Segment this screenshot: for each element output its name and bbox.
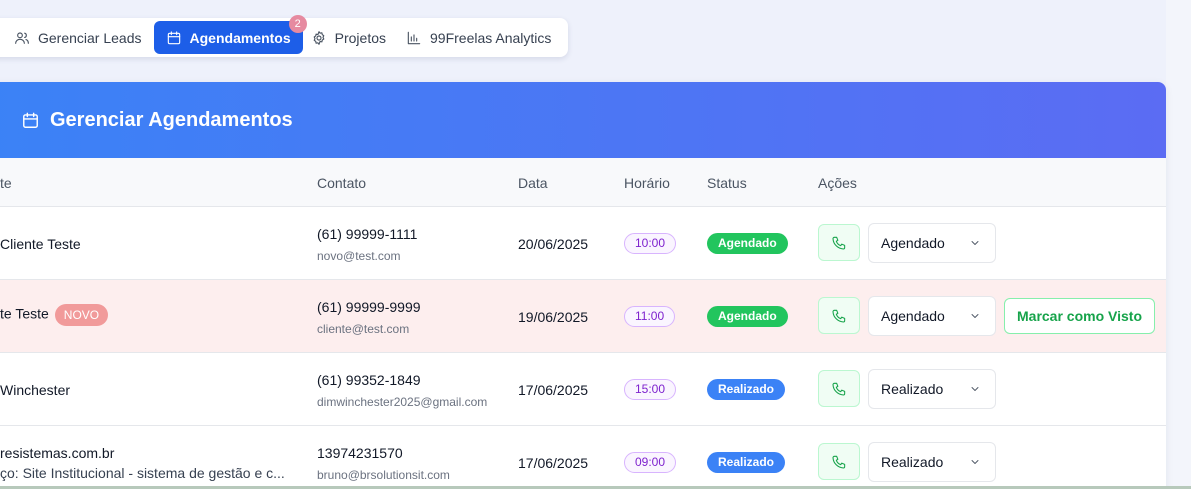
chevron-down-icon	[971, 314, 979, 318]
appointment-date: 19/06/2025	[518, 309, 589, 325]
contact-email: dimwinchester2025@gmail.com	[317, 395, 488, 409]
table-row: Winchester (61) 99352-1849 dimwinchester…	[0, 353, 1166, 426]
status-badge: Agendado	[707, 306, 788, 327]
appointment-date: 17/06/2025	[518, 455, 589, 471]
tab-99freelas-analytics[interactable]: 99Freelas Analytics	[398, 21, 563, 54]
tab-label: Projetos	[334, 29, 386, 46]
status-select[interactable]: Agendado	[868, 223, 996, 263]
calendar-icon	[23, 112, 38, 128]
right-panel-edge	[1166, 0, 1191, 489]
call-button[interactable]	[818, 224, 860, 261]
time-pill: 10:00	[624, 233, 677, 254]
tab-label: 99Freelas Analytics	[430, 29, 552, 46]
table-row: Cliente Teste (61) 99999-1111 novo@test.…	[0, 207, 1166, 280]
tab-projetos[interactable]: Projetos	[303, 21, 398, 54]
chevron-down-icon	[971, 241, 979, 245]
card-header: Gerenciar Agendamentos	[0, 82, 1166, 158]
client-name: te Teste	[0, 305, 49, 322]
call-button[interactable]	[818, 443, 860, 480]
status-badge: Agendado	[707, 233, 788, 254]
contact-email: cliente@test.com	[317, 322, 410, 336]
calendar-icon	[167, 30, 180, 44]
chevron-down-icon	[971, 460, 979, 464]
tab-agendamentos[interactable]: Agendamentos 2	[153, 15, 307, 54]
chevron-down-icon	[971, 387, 979, 391]
column-header-status: Status	[707, 175, 747, 191]
contact-email: bruno@brsolutionsit.com	[317, 468, 450, 482]
column-header-data: Data	[518, 175, 548, 191]
table-row: te Teste NOVO (61) 99999-9999 cliente@tes…	[0, 280, 1166, 353]
tab-gerenciar-leads[interactable]: Gerenciar Leads	[6, 21, 154, 54]
call-button[interactable]	[818, 297, 860, 334]
time-pill: 11:00	[624, 306, 676, 327]
status-badge: Realizado	[707, 452, 786, 473]
table-header: te Contato Data Horário Status Ações	[0, 158, 1166, 207]
tab-bar: Gerenciar Leads Agendamentos 2 Projetos …	[0, 15, 568, 57]
client-name: Cliente Teste	[0, 236, 81, 252]
client-name-wrapper: te Teste NOVO	[0, 304, 109, 326]
status-select-value: Agendado	[881, 235, 945, 251]
new-badge: NOVO	[54, 304, 109, 326]
status-badge: Realizado	[707, 379, 786, 400]
column-header-horario: Horário	[624, 175, 670, 191]
users-icon	[15, 31, 29, 44]
status-select[interactable]: Realizado	[868, 369, 996, 409]
phone-icon	[832, 382, 846, 396]
status-select[interactable]: Realizado	[868, 442, 996, 482]
mark-as-seen-button[interactable]: Marcar como Visto	[1004, 298, 1156, 334]
client-service: ço: Site Institucional - sistema de gest…	[0, 465, 285, 481]
bar-chart-icon	[407, 31, 421, 44]
time-pill: 15:00	[624, 379, 677, 400]
contact-email: novo@test.com	[317, 249, 401, 263]
client-name: Winchester	[0, 382, 71, 398]
agendamentos-card: Gerenciar Agendamentos te Contato Data H…	[0, 82, 1166, 489]
tab-label: Gerenciar Leads	[38, 29, 142, 46]
contact-phone: (61) 99999-9999	[317, 299, 421, 315]
gear-icon	[313, 30, 325, 45]
column-header-acoes: Ações	[818, 175, 857, 191]
phone-icon	[832, 309, 846, 323]
table-row: resistemas.com.br ço: Site Institucional…	[0, 426, 1166, 489]
status-select[interactable]: Agendado	[868, 296, 996, 336]
contact-phone: (61) 99999-1111	[317, 226, 418, 242]
status-select-value: Agendado	[881, 308, 945, 324]
status-select-value: Realizado	[881, 381, 944, 397]
time-pill: 09:00	[624, 452, 677, 473]
card-title: Gerenciar Agendamentos	[50, 108, 293, 131]
status-select-value: Realizado	[881, 454, 944, 470]
appointment-date: 17/06/2025	[518, 382, 589, 398]
column-header-cliente: te	[0, 175, 12, 191]
contact-phone: (61) 99352-1849	[317, 372, 421, 388]
column-header-contato: Contato	[317, 175, 367, 191]
client-name: resistemas.com.br	[0, 445, 115, 461]
tab-label: Agendamentos	[189, 29, 291, 46]
contact-phone: 13974231570	[317, 445, 403, 461]
phone-icon	[832, 455, 846, 469]
call-button[interactable]	[818, 370, 860, 407]
phone-icon	[832, 236, 846, 250]
appointment-date: 20/06/2025	[518, 236, 589, 252]
